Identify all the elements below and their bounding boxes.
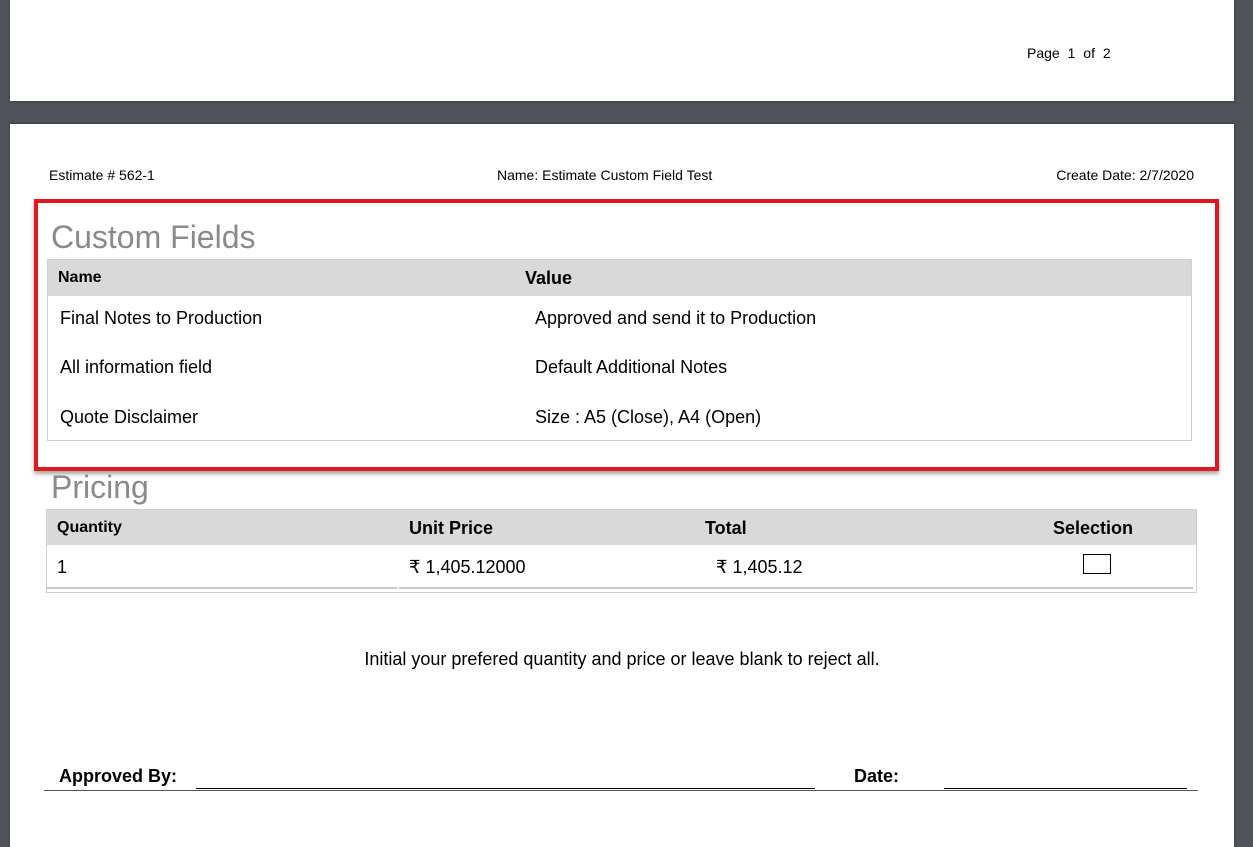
total-value: ₹ 1,405.12 — [716, 557, 803, 577]
page-of-label: of — [1083, 45, 1095, 61]
date-signature-line[interactable] — [944, 788, 1187, 789]
column-header-total: Total — [705, 518, 747, 538]
column-header-selection: Selection — [1053, 518, 1134, 538]
create-date: Create Date: 2/7/2020 — [1056, 167, 1194, 183]
estimate-number: Estimate # 562-1 — [49, 167, 155, 183]
row-divider — [47, 587, 397, 589]
page-indicator: Page 1 of 2 — [1027, 45, 1115, 61]
approved-by-signature-line[interactable] — [196, 788, 815, 789]
row-divider — [399, 587, 1193, 589]
page-label: Page — [1027, 45, 1060, 61]
pricing-header-row: Quantity Unit Price Total Selection — [47, 510, 1196, 545]
approved-by-label: Approved By: — [59, 766, 178, 786]
date-label: Date: — [854, 766, 900, 786]
pdf-page-top: Page 1 of 2 — [10, 0, 1234, 101]
column-header-quantity: Quantity — [57, 519, 122, 536]
page-current: 1 — [1067, 45, 1076, 61]
pricing-table: Quantity Unit Price Total Selection 1 ₹ … — [46, 509, 1197, 593]
estimate-name: Name: Estimate Custom Field Test — [497, 167, 713, 183]
pricing-title: Pricing — [51, 469, 149, 505]
bottom-divider — [44, 790, 1198, 791]
column-header-unit-price: Unit Price — [409, 518, 494, 538]
instruction-note: Initial your prefered quantity and price… — [364, 649, 880, 669]
selection-checkbox[interactable] — [1083, 554, 1111, 574]
highlight-box — [34, 199, 1219, 471]
quantity-value: 1 — [57, 557, 68, 577]
page-total: 2 — [1102, 45, 1111, 61]
unit-price-value: ₹ 1,405.12000 — [409, 557, 526, 577]
pdf-page-main: Estimate # 562-1 Name: Estimate Custom F… — [10, 124, 1234, 847]
